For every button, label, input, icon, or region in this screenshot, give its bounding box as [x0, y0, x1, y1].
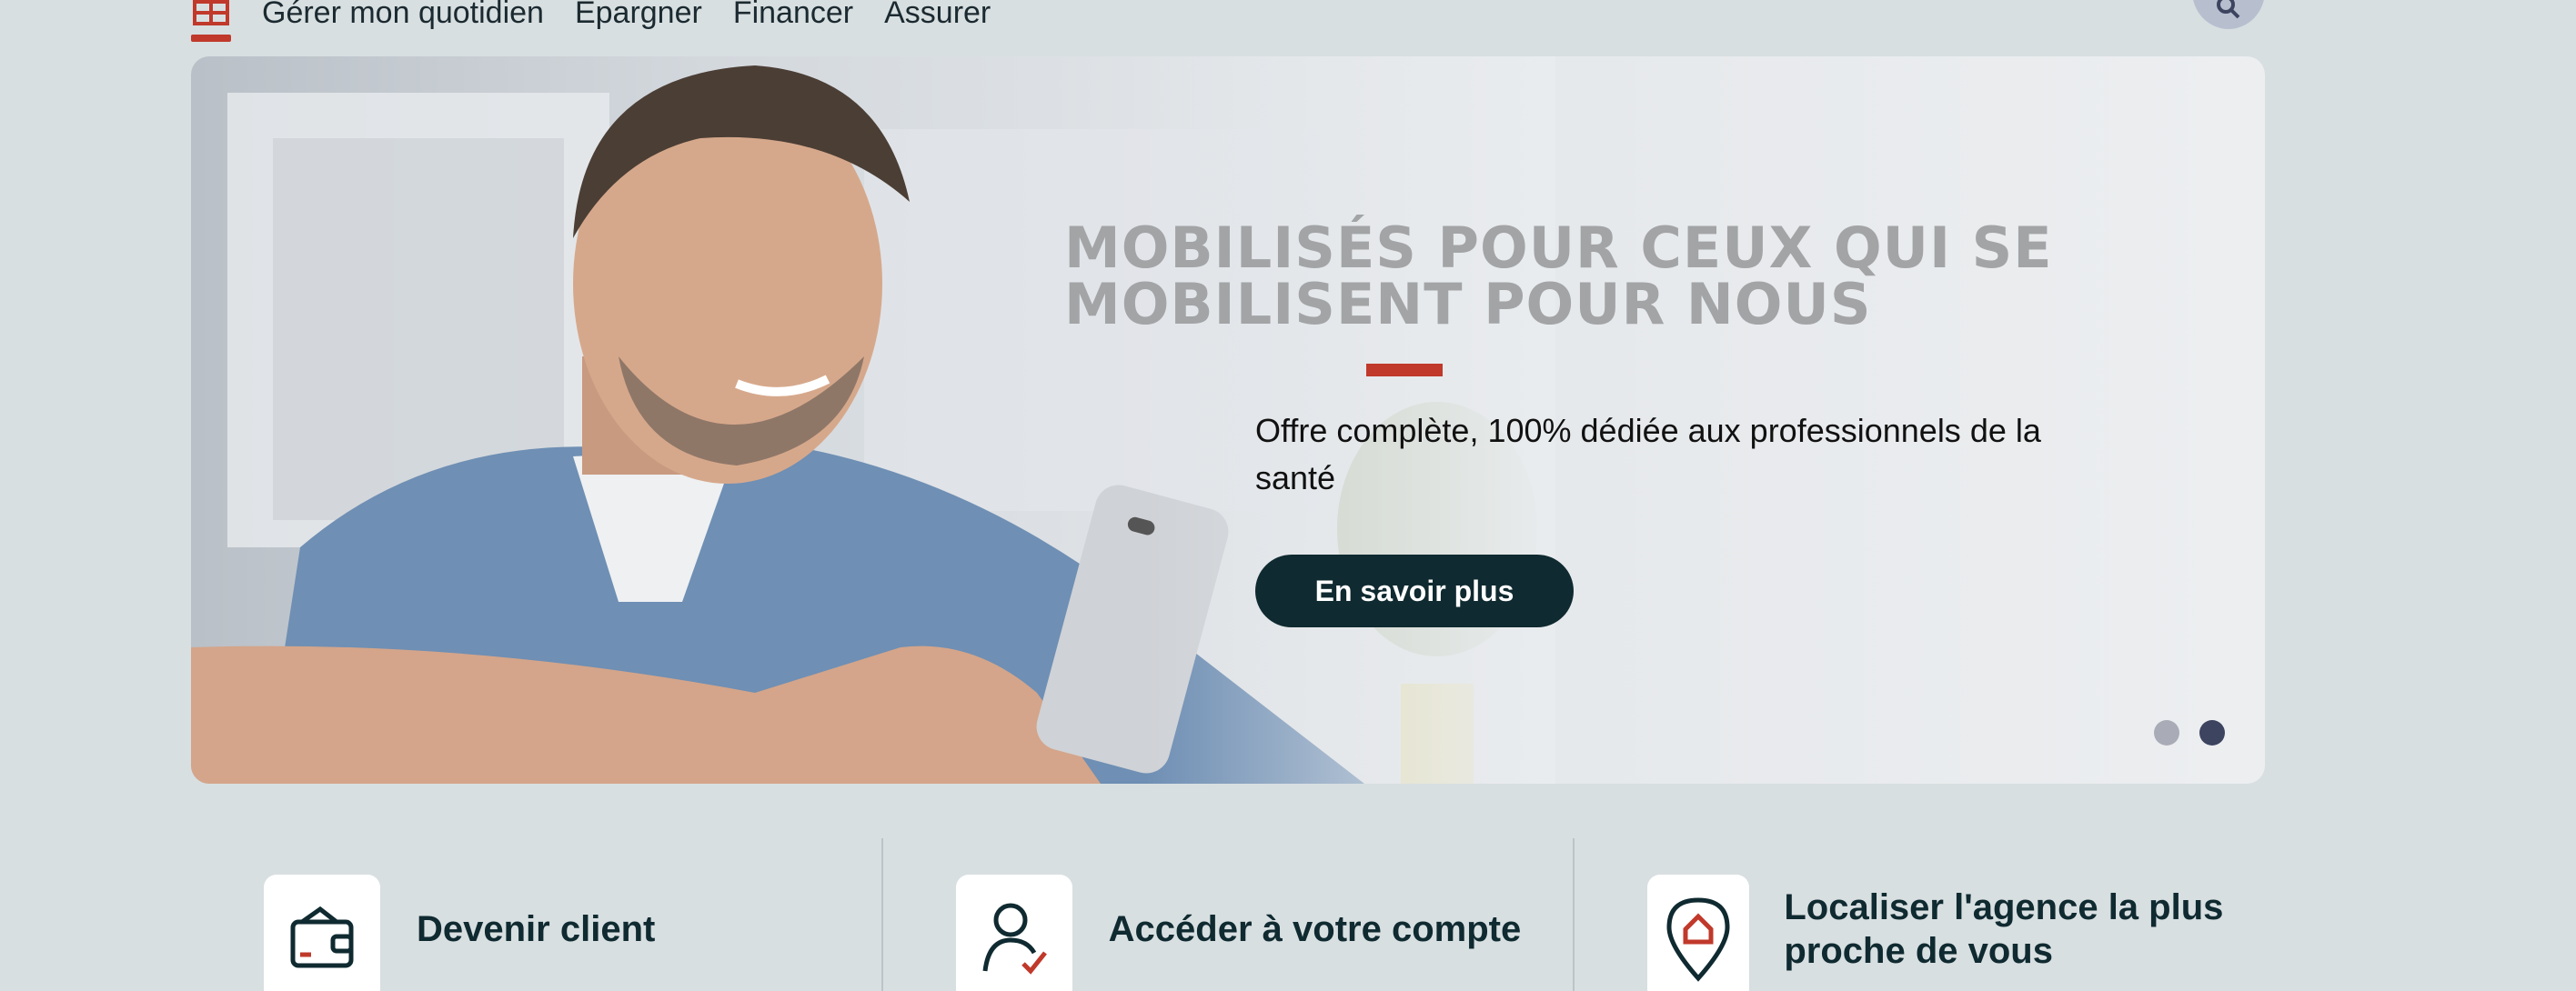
wallet-icon — [264, 875, 380, 991]
search-icon — [2215, 0, 2242, 29]
quick-link-acceder-compte[interactable]: Accéder à votre compte — [880, 838, 1574, 991]
nav-item-epargner[interactable]: Épargner — [575, 0, 702, 31]
carousel-dots — [2154, 720, 2225, 746]
nav-item-gerer[interactable]: Gérer mon quotidien — [262, 0, 544, 31]
quick-links: Devenir client Accéder à votre compte Lo… — [191, 838, 2265, 991]
quick-link-label: Devenir client — [417, 909, 656, 949]
quick-link-localiser-agence[interactable]: Localiser l'agence la plus proche de vou… — [1573, 838, 2265, 991]
main-nav: Gérer mon quotidien Épargner Financer As… — [191, 0, 991, 42]
en-savoir-plus-button[interactable]: En savoir plus — [1255, 555, 1574, 627]
active-underline — [191, 35, 231, 42]
quick-link-label: Accéder à votre compte — [1108, 909, 1522, 949]
search-button[interactable] — [2192, 0, 2265, 29]
hero-banner: MOBILISÉS POUR CEUX QUI SE MOBILISENT PO… — [191, 56, 2265, 784]
carousel-dot-2[interactable] — [2199, 720, 2225, 746]
home-icon[interactable] — [191, 0, 231, 42]
nav-item-assurer[interactable]: Assurer — [884, 0, 991, 31]
hero-title: MOBILISÉS POUR CEUX QUI SE MOBILISENT PO… — [1064, 220, 2156, 333]
nav-item-financer[interactable]: Financer — [733, 0, 853, 31]
hero-description: Offre complète, 100% dédiée aux professi… — [1255, 412, 2041, 496]
hero-title-line-2: MOBILISENT POUR NOUS — [1064, 271, 1872, 337]
page: Gérer mon quotidien Épargner Financer As… — [0, 0, 2576, 991]
location-home-icon — [1647, 875, 1750, 991]
hero-title-line-1: MOBILISÉS POUR CEUX QUI SE — [1064, 215, 2053, 281]
user-check-icon — [955, 875, 1072, 991]
quick-link-label: Localiser l'agence la plus proche de vou… — [1784, 887, 2224, 971]
quick-link-devenir-client[interactable]: Devenir client — [191, 838, 881, 991]
hero-accent-bar — [1366, 364, 1443, 376]
carousel-dot-1[interactable] — [2154, 720, 2179, 746]
